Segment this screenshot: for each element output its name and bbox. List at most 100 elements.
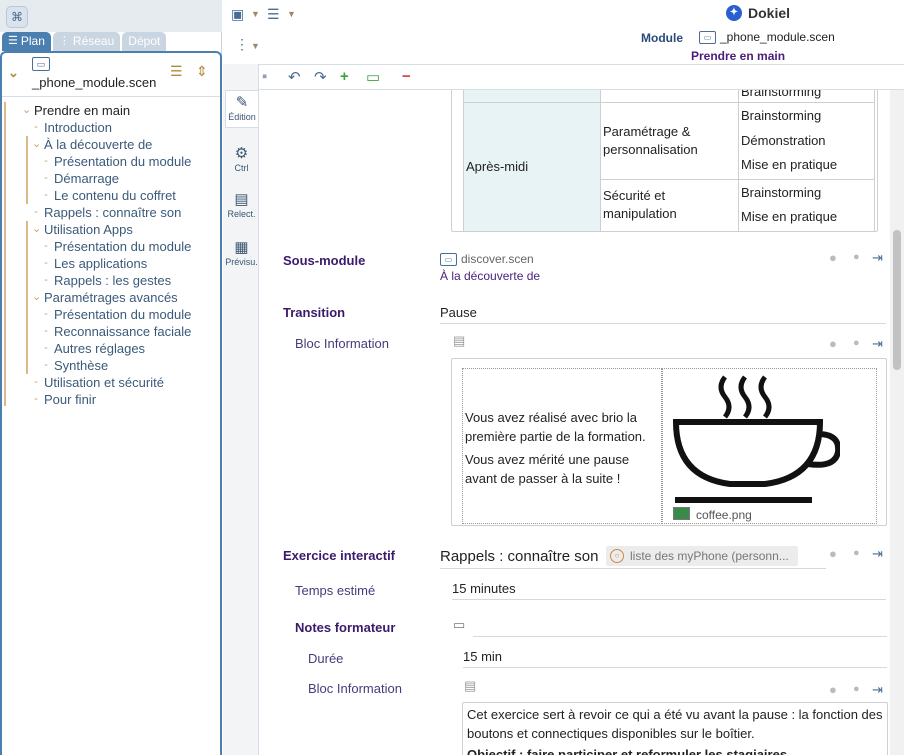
bullet-icon: - bbox=[34, 121, 38, 133]
export-icon[interactable]: ⇥ bbox=[872, 682, 883, 698]
bullet-icon: - bbox=[44, 274, 48, 286]
activities-cell[interactable]: Brainstorming Mise en pratique bbox=[738, 178, 875, 232]
chevron-down-icon: ⌄ bbox=[32, 291, 42, 303]
tab-reseau[interactable]: ⋮ Réseau bbox=[52, 32, 121, 51]
exercice-title[interactable]: Rappels : connaître son bbox=[440, 548, 598, 565]
tree-item[interactable]: - Utilisation et sécurité bbox=[32, 374, 164, 391]
module-filename[interactable]: _phone_module.scen bbox=[32, 75, 156, 90]
network-tree-icon[interactable]: ⌘ bbox=[6, 6, 28, 28]
tree-item-label: Synthèse bbox=[54, 358, 109, 373]
tree-item-label: Pour finir bbox=[44, 392, 97, 407]
tree-item[interactable]: - Rappels : connaître son bbox=[32, 204, 181, 221]
bullet-icon: - bbox=[44, 342, 48, 354]
tree-item[interactable]: - Reconnaissance faciale bbox=[42, 323, 191, 340]
cloud-icon[interactable]: ● bbox=[829, 250, 837, 265]
chevron-down-icon[interactable]: ▼ bbox=[287, 9, 296, 19]
exercice-text[interactable]: Cet exercice sert à revoir ce qui a été … bbox=[467, 705, 885, 743]
tab-depot[interactable]: Dépot bbox=[122, 32, 167, 51]
tab-relect[interactable]: ▤ Relect. bbox=[225, 190, 258, 222]
topic-cell[interactable]: Paramétrage & personnalisation bbox=[600, 102, 739, 180]
module-file-ref[interactable]: ▭ _phone_module.scen bbox=[699, 30, 835, 44]
tree-item[interactable]: - Présentation du module bbox=[42, 306, 191, 323]
bullet-icon: - bbox=[44, 172, 48, 184]
tree-item[interactable]: - Rappels : les gestes bbox=[42, 272, 171, 289]
tree-item[interactable]: - Synthèse bbox=[42, 357, 108, 374]
tree-item-label: Présentation du module bbox=[54, 307, 192, 322]
temps-value[interactable]: 15 minutes bbox=[452, 581, 516, 596]
export-icon[interactable]: ⇥ bbox=[872, 336, 883, 352]
export-icon[interactable]: ⇥ bbox=[872, 546, 883, 562]
field-underline bbox=[440, 323, 886, 324]
tree-item[interactable]: ⌄ Utilisation Apps bbox=[32, 221, 133, 238]
tree-item[interactable]: ⌄ À la découverte de bbox=[32, 136, 152, 153]
table-cell[interactable]: Brainstorming bbox=[738, 90, 875, 103]
undo-icon[interactable]: ↶ bbox=[288, 68, 301, 86]
tab-previsu[interactable]: ▦ Prévisu. bbox=[225, 238, 258, 270]
comment-icon[interactable]: ▭ bbox=[366, 68, 380, 86]
tree-item-label: Les applications bbox=[54, 256, 148, 271]
tree-item[interactable]: - Autres réglages bbox=[42, 340, 145, 357]
gear-icon: ⚙ bbox=[234, 145, 249, 162]
save-icon[interactable]: ▪ bbox=[262, 68, 267, 85]
tree-item[interactable]: - Les applications bbox=[42, 255, 147, 272]
tree-item[interactable]: - Pour finir bbox=[32, 391, 96, 408]
tab-ctrl[interactable]: ⚙ Ctrl bbox=[225, 144, 258, 174]
status-dot-icon[interactable]: ● bbox=[853, 683, 860, 695]
collapse-icon[interactable]: ⇕ bbox=[196, 63, 208, 80]
window-icon[interactable]: ▣ bbox=[231, 6, 244, 23]
add-item-icon[interactable]: ☰ bbox=[170, 63, 183, 80]
temps-label: Temps estimé bbox=[295, 583, 376, 598]
scrollbar-thumb[interactable] bbox=[893, 230, 901, 370]
cloud-icon[interactable]: ● bbox=[829, 682, 837, 697]
sous-module-file[interactable]: ▭ discover.scen bbox=[440, 252, 534, 266]
editor-content: Brainstorming Après-midi Paramétrage & p… bbox=[260, 90, 888, 755]
chevron-down-icon[interactable]: ▼ bbox=[251, 41, 260, 51]
menu-icon[interactable]: ☰ bbox=[267, 6, 280, 23]
collapse-all-icon[interactable]: ⌄ bbox=[8, 65, 19, 81]
reference-chip[interactable]: ○ liste des myPhone (personn... bbox=[606, 546, 798, 566]
bullet-icon: - bbox=[44, 155, 48, 167]
tree-item[interactable]: ⌄ Prendre en main bbox=[22, 102, 130, 119]
brand-logo-icon: ✦ bbox=[726, 5, 742, 21]
more-vertical-icon[interactable]: ⋮ bbox=[235, 36, 249, 53]
tree-guide-line bbox=[26, 221, 28, 289]
remove-icon[interactable]: − bbox=[402, 68, 411, 85]
sous-module-title[interactable]: À la découverte de bbox=[440, 269, 540, 283]
exercice-objectif[interactable]: Objectif : faire participer et reformule… bbox=[467, 745, 885, 755]
transition-label: Transition bbox=[283, 305, 346, 320]
scrollbar[interactable] bbox=[890, 90, 904, 755]
export-icon[interactable]: ⇥ bbox=[872, 250, 883, 266]
tree-item[interactable]: - Introduction bbox=[32, 119, 112, 136]
add-icon[interactable]: + bbox=[340, 68, 349, 85]
tree-item-label: Utilisation Apps bbox=[44, 222, 133, 237]
redo-icon[interactable]: ↷ bbox=[314, 68, 327, 86]
table-cell[interactable] bbox=[463, 90, 601, 103]
bullet-icon: - bbox=[34, 393, 38, 405]
tree-item[interactable]: ⌄ Paramétrages avancés bbox=[32, 289, 178, 306]
text-cell[interactable] bbox=[462, 368, 662, 524]
chevron-down-icon[interactable]: ▼ bbox=[251, 9, 260, 19]
bullet-icon: - bbox=[44, 257, 48, 269]
tree-item[interactable]: - Présentation du module bbox=[42, 153, 191, 170]
tree-item[interactable]: - Le contenu du coffret bbox=[42, 187, 176, 204]
status-dot-icon[interactable]: ● bbox=[853, 547, 860, 559]
chevron-down-icon: ⌄ bbox=[32, 138, 42, 150]
tree-item[interactable]: - Démarrage bbox=[42, 170, 119, 187]
cloud-icon[interactable]: ● bbox=[829, 336, 837, 351]
panel-top-strip: ⌘ bbox=[0, 0, 222, 32]
tab-edition[interactable]: ✎ Édition bbox=[225, 90, 258, 128]
table-cell[interactable] bbox=[600, 90, 739, 103]
image-filename[interactable]: coffee.png bbox=[696, 508, 752, 522]
status-dot-icon[interactable]: ● bbox=[853, 251, 860, 263]
activities-cell[interactable]: Brainstorming Démonstration Mise en prat… bbox=[738, 102, 875, 180]
status-dot-icon[interactable]: ● bbox=[853, 337, 860, 349]
transition-value[interactable]: Pause bbox=[440, 305, 477, 320]
topic-cell[interactable]: Sécurité et manipulation bbox=[600, 178, 739, 232]
tree-item[interactable]: - Présentation du module bbox=[42, 238, 191, 255]
bullet-icon: - bbox=[44, 308, 48, 320]
tab-plan[interactable]: ☰ Plan bbox=[2, 32, 51, 51]
duree-value[interactable]: 15 min bbox=[463, 649, 502, 664]
cloud-icon[interactable]: ● bbox=[829, 546, 837, 561]
period-cell[interactable]: Après-midi bbox=[463, 102, 601, 232]
notes-label: Notes formateur bbox=[295, 620, 396, 635]
